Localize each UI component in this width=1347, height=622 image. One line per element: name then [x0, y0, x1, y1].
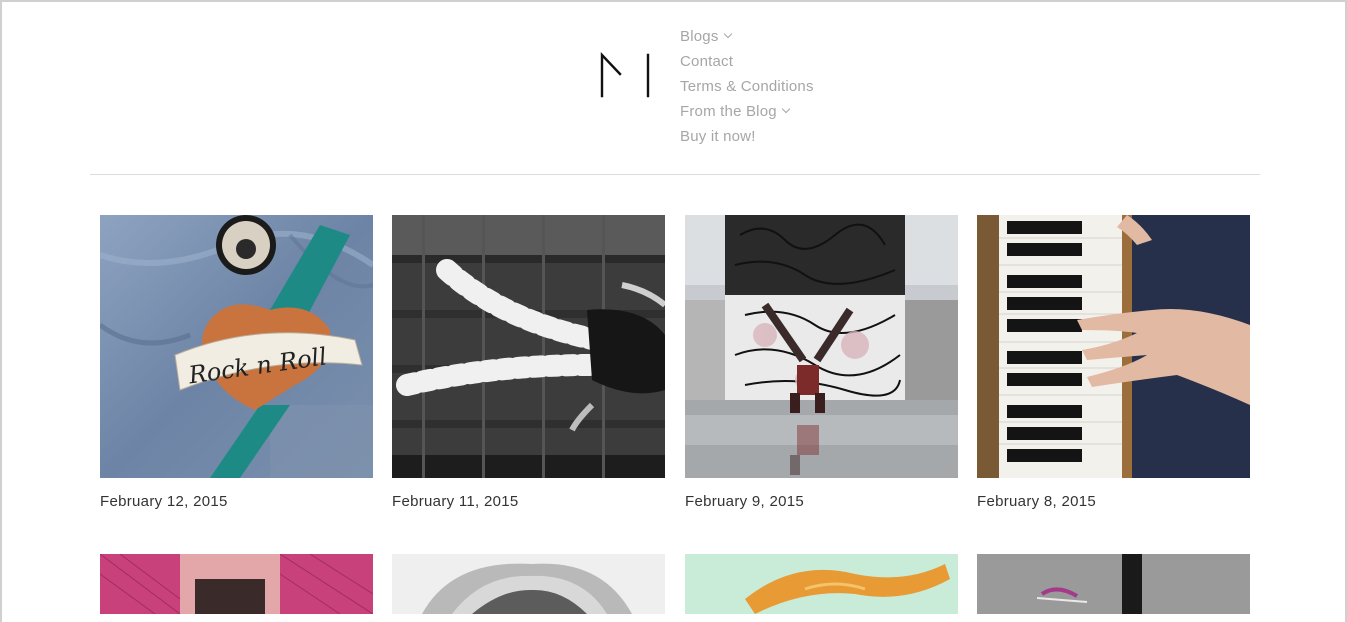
post-date[interactable]: February 11, 2015 — [392, 493, 665, 510]
post-card[interactable]: Rock n Roll February 12, 2015 — [100, 215, 373, 510]
post-date[interactable]: February 8, 2015 — [977, 493, 1250, 510]
street-pole-sneakers-photo[interactable] — [977, 554, 1250, 614]
post-card[interactable] — [100, 554, 373, 614]
orange-hair-photo[interactable] — [685, 554, 958, 614]
post-grid: Rock n Roll February 12, 2015 February 1… — [0, 0, 1347, 614]
post-date[interactable]: February 12, 2015 — [100, 493, 373, 510]
post-card[interactable] — [685, 554, 958, 614]
post-card[interactable] — [977, 554, 1250, 614]
post-card[interactable]: February 11, 2015 — [392, 215, 665, 510]
striped-stockings-on-stairs-photo[interactable] — [392, 215, 665, 478]
blonde-portrait-photo[interactable] — [392, 554, 665, 614]
post-date[interactable]: February 9, 2015 — [685, 493, 958, 510]
post-card[interactable]: February 8, 2015 — [977, 215, 1250, 510]
hands-on-piano-keys-photo[interactable] — [977, 215, 1250, 478]
rock-n-roll-denim-jacket-photo[interactable]: Rock n Roll — [100, 215, 373, 478]
post-card[interactable]: February 9, 2015 — [685, 215, 958, 510]
pink-fishnet-photo[interactable] — [100, 554, 373, 614]
post-card[interactable] — [392, 554, 665, 614]
breakdancer-graffiti-wall-photo[interactable] — [685, 215, 958, 478]
